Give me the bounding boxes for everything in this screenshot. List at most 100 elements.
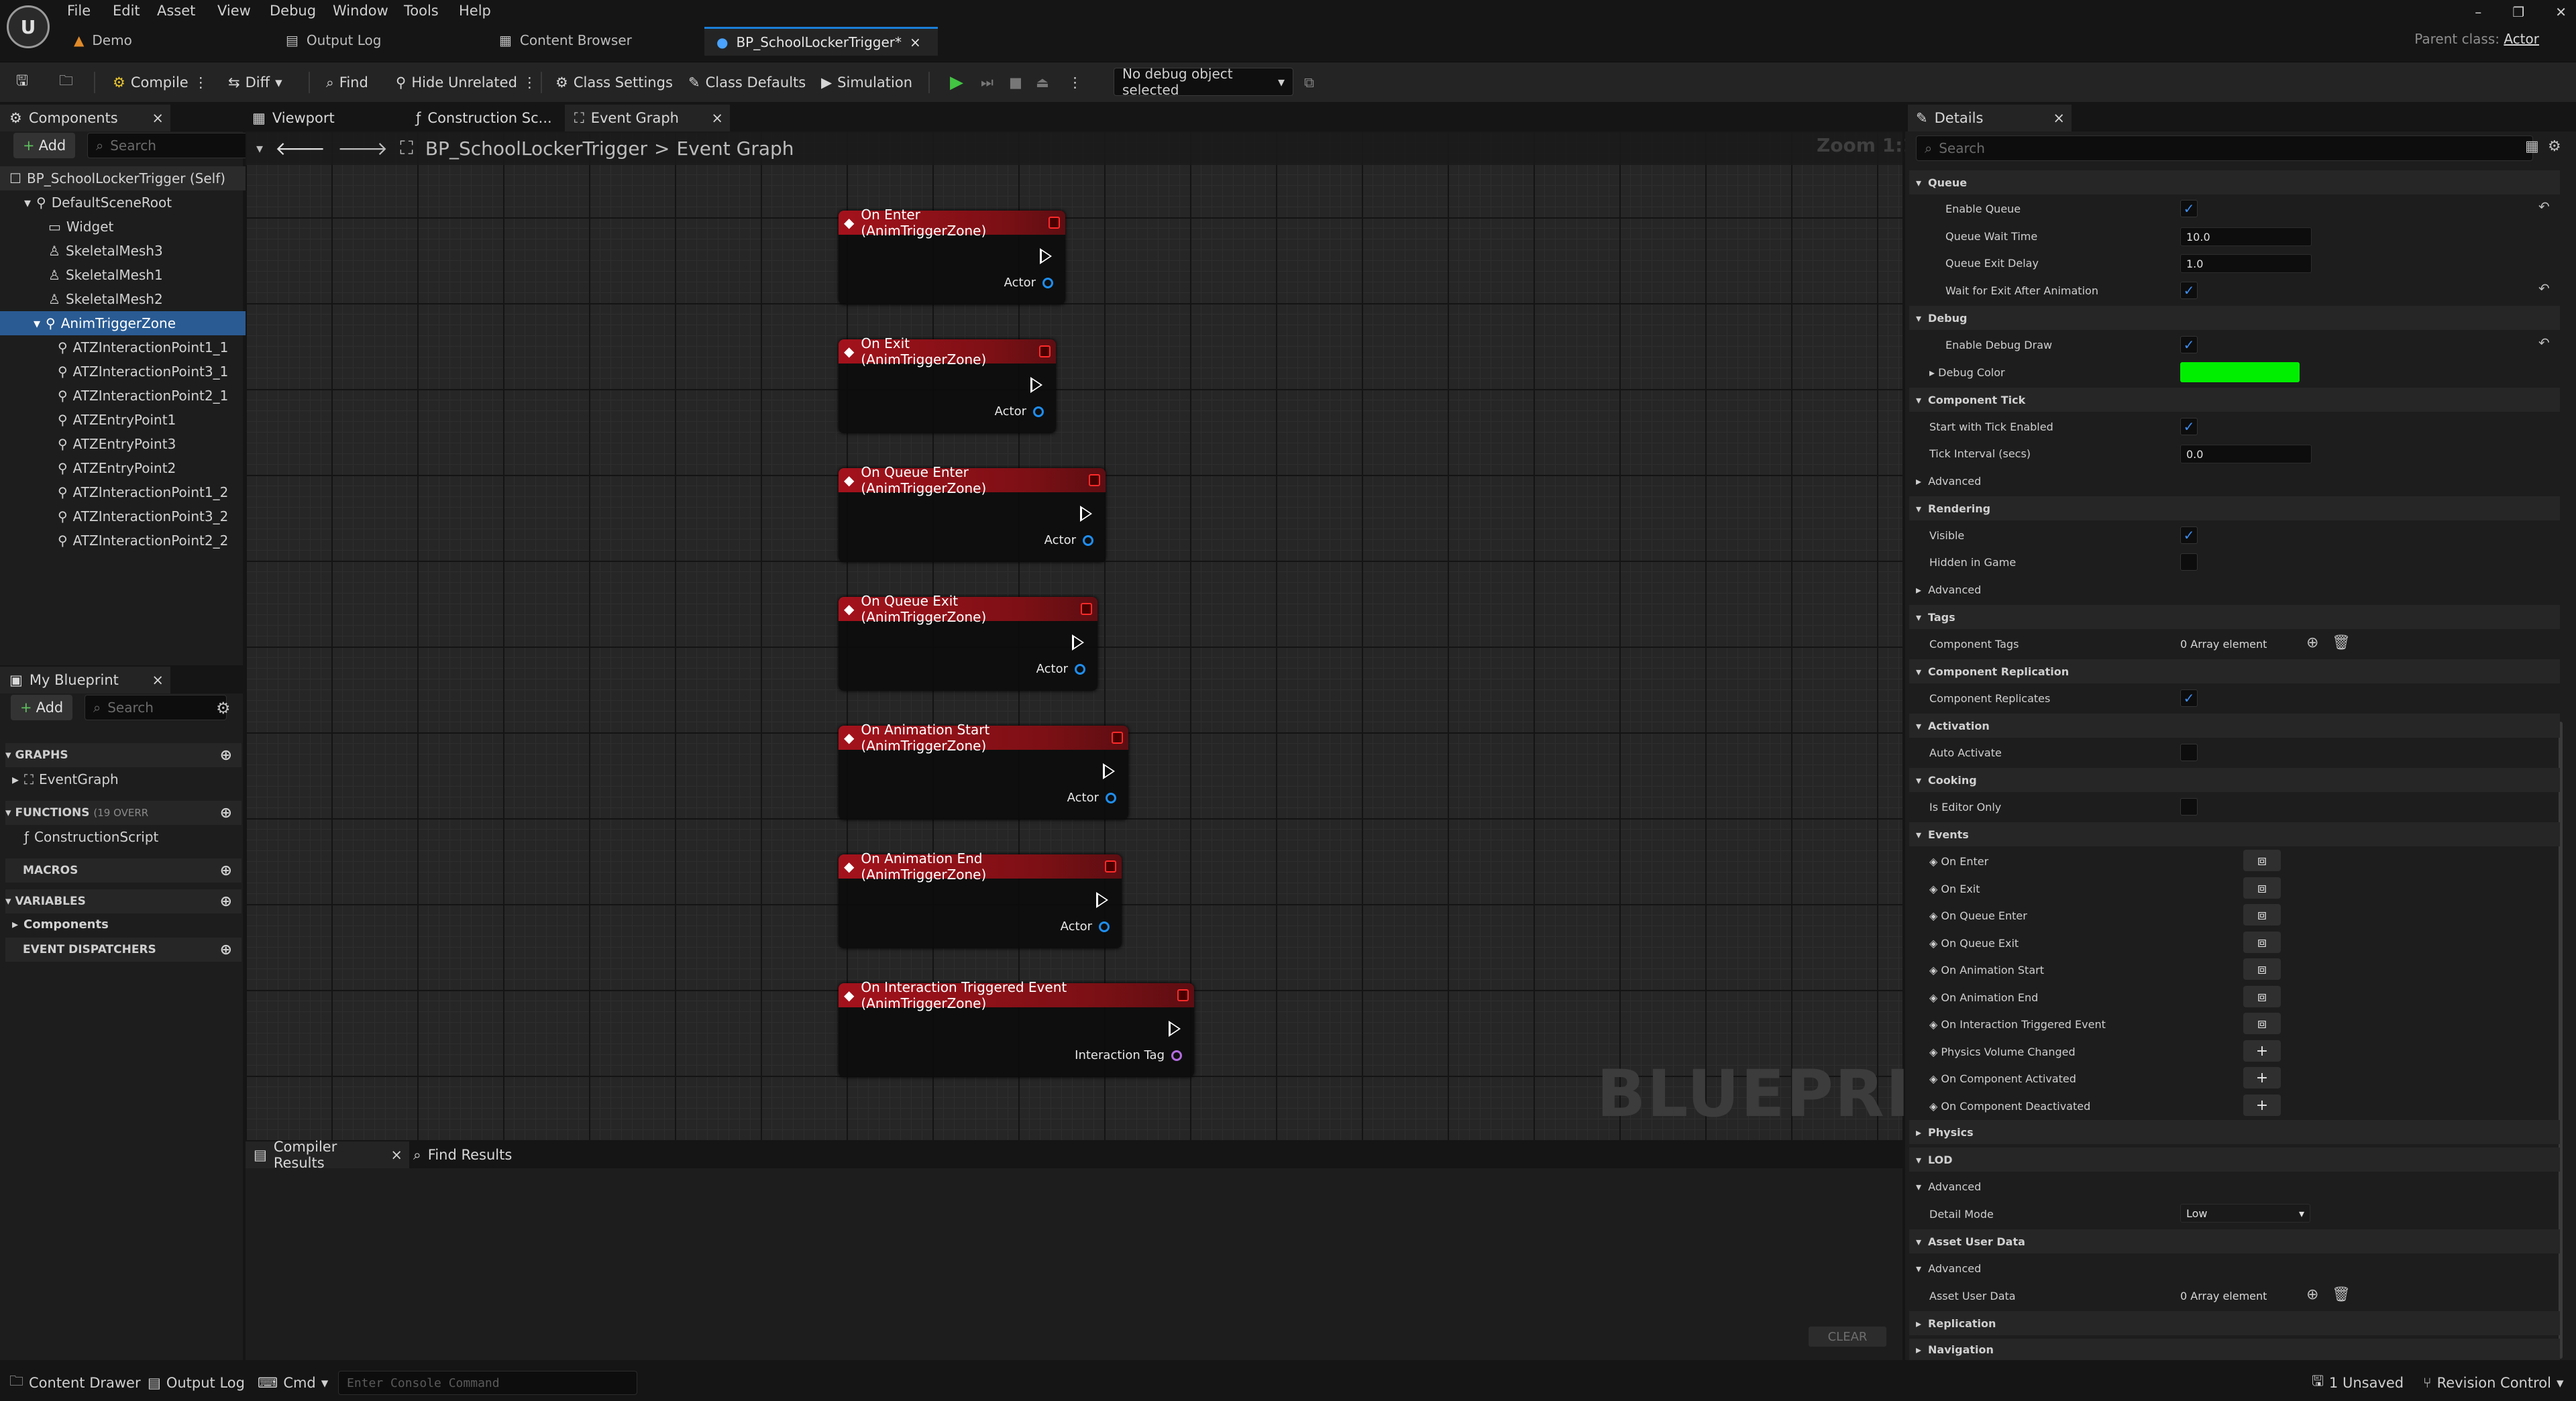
diff-button[interactable]: ⇆ Diff ▾ bbox=[228, 70, 282, 95]
is-editor-only-checkbox[interactable] bbox=[2180, 798, 2198, 816]
add-circle-icon[interactable]: ⊕ bbox=[2306, 634, 2318, 651]
cmd-select[interactable]: ⌨ Cmd ▾ bbox=[258, 1371, 328, 1395]
object-pin[interactable] bbox=[1083, 535, 1093, 546]
add-circle-icon[interactable]: ⊕ bbox=[220, 893, 232, 910]
event-node[interactable]: ◆ On Queue Exit (AnimTriggerZone) Actor bbox=[839, 593, 1097, 691]
delegate-pin[interactable] bbox=[1080, 603, 1092, 615]
minimize-icon[interactable]: – bbox=[2475, 4, 2481, 20]
delegate-pin[interactable] bbox=[1111, 732, 1123, 744]
queue-exit-delay-field[interactable]: 1.0 bbox=[2180, 254, 2312, 273]
play-icon[interactable]: ▶ bbox=[950, 70, 963, 95]
more-options-icon[interactable]: ⋮ bbox=[1068, 70, 1082, 95]
more-options-icon[interactable]: ⋮ bbox=[523, 74, 537, 91]
reset-arrow-icon[interactable]: ↶ bbox=[2538, 335, 2550, 351]
advanced-toggle[interactable]: ▸ Advanced bbox=[1916, 475, 1981, 488]
revision-control-button[interactable]: ⑂ Revision Control ▾ bbox=[2423, 1371, 2564, 1395]
delegate-pin[interactable] bbox=[1038, 345, 1051, 357]
hidden-in-game-checkbox[interactable] bbox=[2180, 553, 2198, 571]
menu-edit[interactable]: Edit bbox=[113, 0, 140, 21]
section-event-dispatchers[interactable]: EVENT DISPATCHERS ⊕ bbox=[5, 938, 241, 962]
category-component-replication[interactable]: ▾ Component Replication bbox=[1909, 659, 2560, 683]
struct-pin[interactable] bbox=[1171, 1050, 1182, 1061]
close-icon[interactable]: × bbox=[390, 1147, 402, 1163]
section-functions[interactable]: ▾ FUNCTIONS (19 OVERR ⊕ bbox=[5, 801, 241, 825]
menu-debug[interactable]: Debug bbox=[270, 0, 316, 21]
tab-components[interactable]: ⚙ Components × bbox=[0, 105, 170, 131]
forward-arrow-icon[interactable]: 🡒 bbox=[337, 137, 388, 160]
wait-for-exit-checkbox[interactable]: ✓ bbox=[2180, 282, 2198, 299]
menu-help[interactable]: Help bbox=[459, 0, 491, 21]
section-graphs[interactable]: ▾ GRAPHS ⊕ bbox=[5, 743, 241, 767]
event-node[interactable]: ◆ On Animation End (AnimTriggerZone) Acto… bbox=[839, 850, 1122, 948]
tab-event-graph[interactable]: ⛶ Event Graph × bbox=[565, 105, 730, 131]
delegate-pin[interactable] bbox=[1088, 474, 1100, 486]
advanced-toggle[interactable]: ▾ Advanced bbox=[1916, 1262, 1981, 1275]
add-event-binding-button[interactable]: ⧈ bbox=[2243, 986, 2281, 1007]
menu-asset[interactable]: Asset bbox=[157, 0, 195, 21]
exec-output-pin[interactable] bbox=[1103, 763, 1115, 779]
component-item[interactable]: ♙ SkeletalMesh1 bbox=[0, 263, 284, 287]
enable-queue-checkbox[interactable]: ✓ bbox=[2180, 200, 2198, 217]
exec-output-pin[interactable] bbox=[1072, 634, 1084, 651]
save-icon[interactable]: 🖫 bbox=[16, 70, 28, 95]
component-item[interactable]: ☐ BP_SchoolLockerTrigger (Self) bbox=[0, 166, 246, 190]
tab-find-results[interactable]: ⌕ Find Results bbox=[413, 1143, 512, 1167]
menu-window[interactable]: Window bbox=[333, 0, 388, 21]
queue-wait-time-field[interactable]: 10.0 bbox=[2180, 227, 2312, 246]
visible-checkbox[interactable]: ✓ bbox=[2180, 526, 2198, 544]
unsaved-button[interactable]: 🖫 1 Unsaved bbox=[2312, 1371, 2404, 1395]
details-scrollbar[interactable] bbox=[2559, 722, 2563, 1359]
category-component-tick[interactable]: ▾ Component Tick bbox=[1909, 388, 2560, 412]
object-pin[interactable] bbox=[1099, 921, 1110, 932]
hide-unrelated-button[interactable]: ⚲ Hide Unrelated ⋮ bbox=[396, 70, 537, 95]
start-tick-checkbox[interactable]: ✓ bbox=[2180, 418, 2198, 435]
chevron-right-icon[interactable]: ▸ bbox=[12, 917, 18, 932]
tab-viewport[interactable]: ▦ Viewport bbox=[252, 106, 335, 130]
chevron-right-icon[interactable]: ▸ bbox=[12, 771, 19, 787]
add-circle-icon[interactable]: ⊕ bbox=[220, 805, 232, 822]
menu-view[interactable]: View bbox=[217, 0, 251, 21]
add-event-button[interactable]: + bbox=[2243, 1067, 2281, 1088]
reset-arrow-icon[interactable]: ↶ bbox=[2538, 280, 2550, 296]
debug-color-swatch[interactable] bbox=[2180, 362, 2300, 382]
chevron-down-icon[interactable]: ▾ bbox=[34, 315, 40, 331]
my-blueprint-search-input[interactable]: ⌕ Search bbox=[85, 695, 227, 720]
bookmark-icon[interactable]: ▾ bbox=[256, 140, 263, 156]
gear-icon[interactable]: ⚙ bbox=[2548, 138, 2561, 155]
doc-tab-output-log[interactable]: ▤ Output Log bbox=[274, 27, 393, 54]
doc-tab-bp-school-locker-trigger[interactable]: ● BP_SchoolLockerTrigger* × bbox=[704, 27, 938, 56]
delegate-pin[interactable] bbox=[1104, 860, 1116, 873]
category-events[interactable]: ▾ Events bbox=[1909, 822, 2560, 846]
reset-arrow-icon[interactable]: ↶ bbox=[2538, 199, 2550, 215]
simulation-button[interactable]: ▶ Simulation bbox=[821, 70, 912, 95]
category-asset-user-data[interactable]: ▾ Asset User Data bbox=[1909, 1229, 2560, 1253]
object-pin[interactable] bbox=[1042, 277, 1053, 288]
add-circle-icon[interactable]: ⊕ bbox=[220, 747, 232, 764]
add-event-binding-button[interactable]: ⧈ bbox=[2243, 904, 2281, 926]
maximize-icon[interactable]: ❐ bbox=[2512, 4, 2524, 20]
auto-activate-checkbox[interactable] bbox=[2180, 744, 2198, 761]
component-item[interactable]: ▭ Widget bbox=[0, 215, 284, 239]
graph-item-event-graph[interactable]: ▸ ⛶ EventGraph bbox=[12, 771, 119, 787]
exec-output-pin[interactable] bbox=[1040, 248, 1052, 264]
add-event-binding-button[interactable]: ⧈ bbox=[2243, 958, 2281, 980]
event-node[interactable]: ◆ On Queue Enter (AnimTriggerZone) Actor bbox=[839, 464, 1106, 562]
close-icon[interactable]: × bbox=[910, 34, 921, 50]
exec-output-pin[interactable] bbox=[1096, 892, 1108, 908]
object-pin[interactable] bbox=[1075, 663, 1085, 675]
tab-my-blueprint[interactable]: ▣ My Blueprint × bbox=[0, 667, 170, 693]
menu-file[interactable]: File bbox=[67, 0, 91, 21]
clear-button[interactable]: CLEAR bbox=[1809, 1327, 1886, 1347]
category-debug[interactable]: ▾ Debug bbox=[1909, 306, 2560, 330]
delegate-pin[interactable] bbox=[1177, 989, 1189, 1001]
delegate-pin[interactable] bbox=[1048, 217, 1060, 229]
category-activation[interactable]: ▾ Activation bbox=[1909, 714, 2560, 738]
event-node[interactable]: ◆ On Animation Start (AnimTriggerZone) Ac… bbox=[839, 722, 1128, 820]
console-command-input[interactable]: Enter Console Command bbox=[338, 1371, 637, 1395]
exec-output-pin[interactable] bbox=[1169, 1021, 1181, 1037]
category-tags[interactable]: ▾ Tags bbox=[1909, 605, 2560, 629]
advanced-toggle[interactable]: ▸ Advanced bbox=[1916, 583, 1981, 596]
add-event-button[interactable]: + bbox=[2243, 1095, 2281, 1116]
enable-debug-draw-checkbox[interactable]: ✓ bbox=[2180, 336, 2198, 353]
add-component-button[interactable]: + Add bbox=[13, 133, 76, 158]
